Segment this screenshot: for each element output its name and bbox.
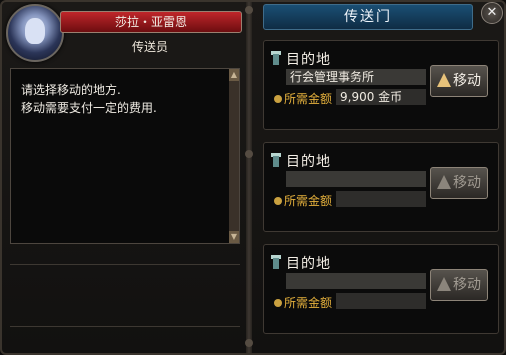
panel-divider [245, 2, 253, 353]
close-icon[interactable]: ✕ [481, 2, 503, 24]
move-button[interactable]: 移动 [430, 167, 488, 199]
cost-label: 所需金额 [284, 194, 333, 208]
npc-dialog-text: 请选择移动的地方. 移动需要支付一定的费用. [21, 81, 221, 117]
move-button-label: 移动 [453, 73, 481, 89]
destination-label: 目的地 [286, 52, 331, 68]
destination-slot: 目的地 所需金额 移动 [263, 142, 499, 232]
divider-ornament-icon [245, 339, 253, 347]
cost-value [336, 191, 426, 207]
coin-icon [274, 299, 282, 307]
tower-icon [270, 255, 282, 269]
destination-slot: 目的地 行会管理事务所 所需金额 9,900 金币 移动 [263, 40, 499, 130]
npc-role: 传送员 [131, 40, 168, 54]
dialog-scrollbar[interactable]: ▲ ▼ [229, 69, 239, 243]
npc-portrait [6, 4, 64, 62]
destination-value [286, 273, 426, 289]
move-button-label: 移动 [453, 175, 481, 191]
cost-label: 所需金额 [284, 92, 333, 106]
scroll-up-icon[interactable]: ▲ [229, 69, 239, 81]
move-button-label: 移动 [453, 277, 481, 293]
dialog-line: 请选择移动的地方. [21, 83, 121, 97]
destination-value [286, 171, 426, 187]
scroll-down-icon[interactable]: ▼ [229, 231, 239, 243]
destination-slot: 目的地 所需金额 移动 [263, 244, 499, 334]
destination-label: 目的地 [286, 154, 331, 170]
divider-ornament-icon [245, 6, 253, 14]
teleport-panel: 传送门 ✕ 目的地 行会管理事务所 所需金额 9,900 金币 移动 目的地 所… [255, 2, 504, 353]
tower-icon [270, 51, 282, 65]
up-arrow-icon [437, 277, 451, 291]
move-button[interactable]: 移动 [430, 269, 488, 301]
cost-value [336, 293, 426, 309]
destination-value: 行会管理事务所 [286, 69, 426, 85]
npc-face [25, 18, 45, 44]
tower-icon [270, 153, 282, 167]
dialog-line: 移动需要支付一定的费用. [21, 101, 157, 115]
cost-label: 所需金额 [284, 296, 333, 310]
coin-icon [274, 95, 282, 103]
coin-icon [274, 197, 282, 205]
up-arrow-icon [437, 175, 451, 189]
move-button[interactable]: 移动 [430, 65, 488, 97]
destination-label: 目的地 [286, 256, 331, 272]
cost-value: 9,900 金币 [336, 89, 426, 105]
divider [10, 326, 240, 327]
teleport-title: 传送门 [263, 4, 473, 30]
up-arrow-icon [437, 73, 451, 87]
npc-panel: 莎拉・亚雷恩 传送员 请选择移动的地方. 移动需要支付一定的费用. ▲ ▼ [2, 2, 244, 353]
npc-dialog-box: 请选择移动的地方. 移动需要支付一定的费用. ▲ ▼ [10, 68, 240, 244]
divider [10, 264, 240, 265]
divider-ornament-icon [245, 150, 253, 158]
npc-name: 莎拉・亚雷恩 [60, 11, 242, 33]
